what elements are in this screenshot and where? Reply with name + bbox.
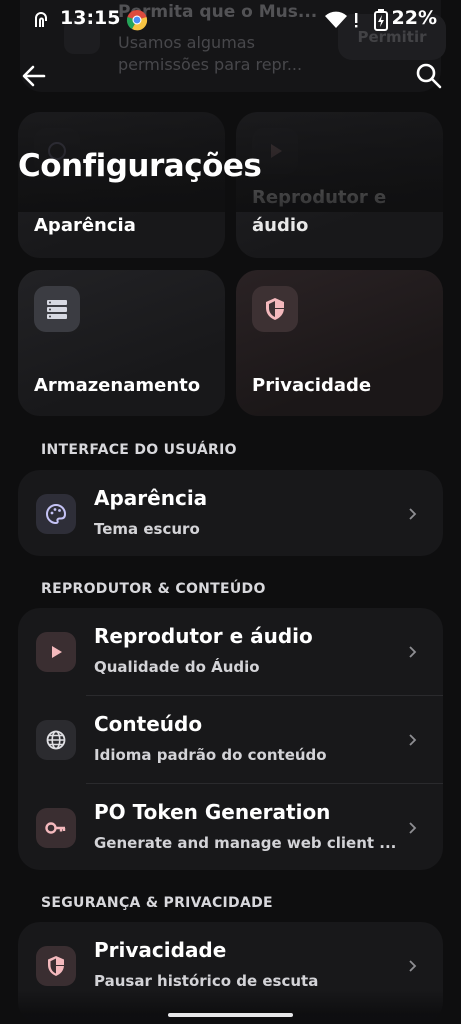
key-icon (36, 808, 76, 848)
chevron-right-icon (409, 508, 417, 520)
arrow-left-icon[interactable] (18, 60, 50, 92)
status-time: 13:15 (60, 7, 121, 29)
setting-subtitle: Idioma padrão do conteúdo (94, 746, 327, 764)
page-title: Configurações (18, 148, 262, 184)
chevron-right-icon (409, 646, 417, 658)
setting-subtitle: Generate and manage web client ... (94, 834, 397, 852)
status-bar: 13:15 22% (0, 0, 461, 40)
storage-icon (34, 286, 80, 332)
chevron-right-icon (409, 960, 417, 972)
accessibility-icon (35, 12, 47, 27)
tile-label: Armazenamento (34, 375, 201, 396)
battery-icon (374, 9, 388, 31)
search-icon[interactable] (413, 60, 445, 92)
tile-storage[interactable]: Armazenamento (18, 270, 225, 416)
setting-subtitle: Tema escuro (94, 520, 200, 538)
shield-icon (36, 946, 76, 986)
setting-row-player-audio[interactable]: Reprodutor e áudio Qualidade do Áudio (18, 608, 443, 696)
setting-row-po-token[interactable]: PO Token Generation Generate and manage … (18, 784, 443, 872)
home-indicator[interactable] (168, 1013, 293, 1017)
wifi-icon (325, 11, 347, 28)
play-icon (36, 632, 76, 672)
settings-card: Reprodutor e áudio Qualidade do Áudio Co… (18, 608, 443, 870)
setting-subtitle: Pausar histórico de escuta (94, 972, 319, 990)
palette-icon (36, 494, 76, 534)
chevron-right-icon (409, 734, 417, 746)
section-header: REPRODUTOR & CONTEÚDO (41, 581, 266, 597)
globe-icon (36, 720, 76, 760)
setting-title: Reprodutor e áudio (94, 624, 313, 648)
tile-privacy[interactable]: Privacidade (236, 270, 443, 416)
setting-title: Privacidade (94, 938, 227, 962)
alert-icon (355, 13, 358, 28)
tile-label: Aparência (34, 215, 136, 236)
bottom-fade (0, 990, 461, 1024)
setting-title: Conteúdo (94, 712, 203, 736)
section-header: INTERFACE DO USUÁRIO (41, 442, 237, 458)
chevron-right-icon (409, 822, 417, 834)
setting-title: Aparência (94, 486, 208, 510)
tile-label: Privacidade (252, 375, 372, 396)
setting-title: PO Token Generation (94, 800, 331, 824)
setting-row-appearance[interactable]: Aparência Tema escuro (18, 470, 443, 558)
setting-row-content[interactable]: Conteúdo Idioma padrão do conteúdo (18, 696, 443, 784)
shield-icon (252, 286, 298, 332)
settings-card: Aparência Tema escuro (18, 470, 443, 556)
section-header: SEGURANÇA & PRIVACIDADE (41, 895, 273, 911)
chrome-icon (126, 10, 148, 31)
battery-level: 22% (391, 7, 437, 29)
setting-subtitle: Qualidade do Áudio (94, 658, 260, 676)
